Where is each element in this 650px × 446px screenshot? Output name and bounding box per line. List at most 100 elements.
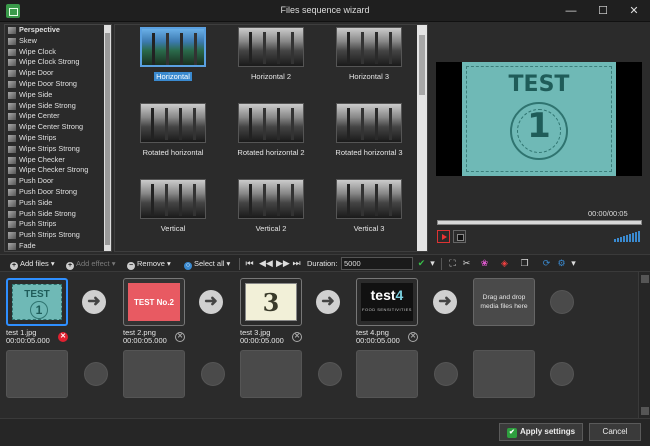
remove-slide-icon[interactable]: ✕ xyxy=(292,332,302,342)
close-button[interactable]: ✕ xyxy=(624,3,644,19)
transition-thumbnail[interactable]: Vertical 2 xyxy=(221,179,321,251)
duration-label: Duration: xyxy=(307,259,338,268)
effect-list-item[interactable]: Wipe Checker xyxy=(5,155,111,166)
slide-duration: 00:00:05.000 xyxy=(240,336,284,345)
trim-icon[interactable]: ✂ xyxy=(461,258,472,269)
transition-grid-scrollbar[interactable] xyxy=(417,25,427,251)
empty-slot xyxy=(123,350,185,398)
effect-list-item[interactable]: Wipe Side xyxy=(5,90,111,101)
color-icon[interactable]: ❀ xyxy=(479,258,490,269)
effect-list-item[interactable]: Push Side Strong xyxy=(5,209,111,220)
effects-list-scrollbar[interactable] xyxy=(104,25,111,251)
effects-list[interactable]: Perspective Skew Wipe Clock Wipe Clock Stro… xyxy=(4,24,112,252)
transition-preview-image xyxy=(140,27,206,67)
slide-thumbnail[interactable]: test4 FOOD SENSITIVITIES xyxy=(356,278,418,326)
settings-icon[interactable]: ⚙ xyxy=(556,258,567,269)
scroll-up-icon[interactable] xyxy=(641,275,649,283)
transition-thumbnail[interactable]: Vertical xyxy=(123,179,223,251)
effect-list-item[interactable]: Wipe Center xyxy=(5,111,111,122)
select-all-button[interactable]: ○ Select all ▾ xyxy=(184,258,230,270)
effect-list-item[interactable]: Skew xyxy=(5,36,111,47)
slide-thumbnail[interactable]: TEST No.2 xyxy=(123,278,185,326)
remove-slide-icon[interactable]: ✕ xyxy=(408,332,418,342)
transition-thumbnail[interactable]: Rotated horizontal 2 xyxy=(221,103,321,175)
scrollbar-thumb[interactable] xyxy=(419,35,425,95)
transition-thumbnail[interactable]: Horizontal xyxy=(123,27,223,99)
transition-thumbnail[interactable]: Horizontal 2 xyxy=(221,27,321,99)
stop-button[interactable] xyxy=(453,230,466,243)
minus-icon: − xyxy=(127,262,135,270)
transition-thumbnail[interactable]: Rotated horizontal xyxy=(123,103,223,175)
next-icon[interactable]: ▶▶ xyxy=(276,258,290,269)
preview-panel: TEST 1 xyxy=(436,62,642,176)
transition-preview-image xyxy=(140,179,206,219)
apply-duration-icon[interactable]: ✔ xyxy=(416,258,427,269)
volume-icon[interactable] xyxy=(614,230,642,242)
effect-list-item[interactable]: Wipe Center Strong xyxy=(5,122,111,133)
transition-preview-image xyxy=(336,103,402,143)
transition-thumbnail[interactable]: Rotated horizontal 3 xyxy=(319,103,419,175)
duration-input[interactable]: 5000 xyxy=(341,257,413,270)
slide-thumbnail[interactable]: 3 xyxy=(240,278,302,326)
last-icon[interactable]: ⏭ xyxy=(291,258,302,269)
cancel-button[interactable]: Cancel xyxy=(589,423,641,441)
effect-list-item[interactable]: Perspective xyxy=(5,25,111,36)
dropdown-icon[interactable]: ▾ xyxy=(568,258,579,269)
effect-list-item[interactable]: Wipe Clock Strong xyxy=(5,57,111,68)
effect-list-item[interactable]: Push Door xyxy=(5,176,111,187)
copy-icon[interactable]: ❐ xyxy=(519,258,530,269)
scroll-down-icon[interactable] xyxy=(641,407,649,415)
apply-settings-button[interactable]: ✔ Apply settings xyxy=(499,423,583,441)
crop-icon[interactable]: ⛶ xyxy=(447,258,458,269)
transition-arrow-icon[interactable]: ➜ xyxy=(82,290,106,314)
effect-list-item[interactable]: Fade xyxy=(5,241,111,251)
window-title: Files sequence wizard xyxy=(280,5,370,15)
plus-icon: + xyxy=(10,262,18,270)
empty-slot xyxy=(356,350,418,398)
remove-slide-icon[interactable]: ✕ xyxy=(175,332,185,342)
palette-icon[interactable]: ◈ xyxy=(499,258,510,269)
rotate-icon[interactable]: ⟳ xyxy=(541,258,552,269)
remove-button[interactable]: − Remove ▾ xyxy=(127,258,171,270)
add-files-button[interactable]: + Add files ▾ xyxy=(10,258,55,270)
preview-seekbar[interactable] xyxy=(437,220,642,225)
previous-icon[interactable]: ◀◀ xyxy=(259,258,273,269)
effect-list-item[interactable]: Wipe Door Strong xyxy=(5,79,111,90)
check-icon: ✔ xyxy=(506,428,517,438)
effect-list-item[interactable]: Wipe Door xyxy=(5,68,111,79)
effect-list-item[interactable]: Wipe Clock xyxy=(5,47,111,58)
maximize-button[interactable]: ☐ xyxy=(593,3,613,19)
preview-time: 00:00/00:05 xyxy=(588,209,628,218)
transition-placeholder xyxy=(84,362,108,386)
transition-arrow-icon[interactable]: ➜ xyxy=(199,290,223,314)
effect-list-item[interactable]: Wipe Side Strong xyxy=(5,101,111,112)
remove-slide-icon[interactable]: ✕ xyxy=(58,332,68,342)
minimize-button[interactable]: — xyxy=(561,3,581,19)
transition-label: Rotated horizontal 3 xyxy=(335,148,403,157)
effect-list-item[interactable]: Wipe Checker Strong xyxy=(5,165,111,176)
empty-slot xyxy=(6,350,68,398)
effect-list-item[interactable]: Wipe Strips Strong xyxy=(5,144,111,155)
dropdown-icon[interactable]: ▾ xyxy=(427,258,438,269)
slide-thumbnail[interactable]: TEST 1 xyxy=(6,278,68,326)
transition-thumbnail[interactable]: Horizontal 3 xyxy=(319,27,419,99)
effect-list-item[interactable]: Push Side xyxy=(5,198,111,209)
transition-preview-image xyxy=(238,103,304,143)
scrollbar-thumb[interactable] xyxy=(105,33,110,245)
transition-preview-image xyxy=(140,103,206,143)
effect-list-item[interactable]: Push Strips Strong xyxy=(5,230,111,241)
effect-list-item[interactable]: Wipe Strips xyxy=(5,133,111,144)
timeline-scrollbar[interactable] xyxy=(638,272,650,418)
effect-list-item[interactable]: Push Door Strong xyxy=(5,187,111,198)
transition-arrow-icon[interactable]: ➜ xyxy=(433,290,457,314)
first-icon[interactable]: ⏮ xyxy=(244,258,255,269)
drop-zone[interactable]: Drag and drop media files here xyxy=(473,278,535,326)
transition-label: Horizontal 2 xyxy=(250,72,292,81)
add-effect-button[interactable]: + Add effect ▾ xyxy=(66,258,116,270)
transition-arrow-icon[interactable]: ➜ xyxy=(316,290,340,314)
play-button[interactable] xyxy=(437,230,450,243)
preview-card-number: 1 xyxy=(527,106,551,146)
effect-list-item[interactable]: Push Strips xyxy=(5,219,111,230)
transition-grid[interactable]: Horizontal Horizontal 2 Horizontal 3 Rotate… xyxy=(114,24,428,252)
transition-thumbnail[interactable]: Vertical 3 xyxy=(319,179,419,251)
